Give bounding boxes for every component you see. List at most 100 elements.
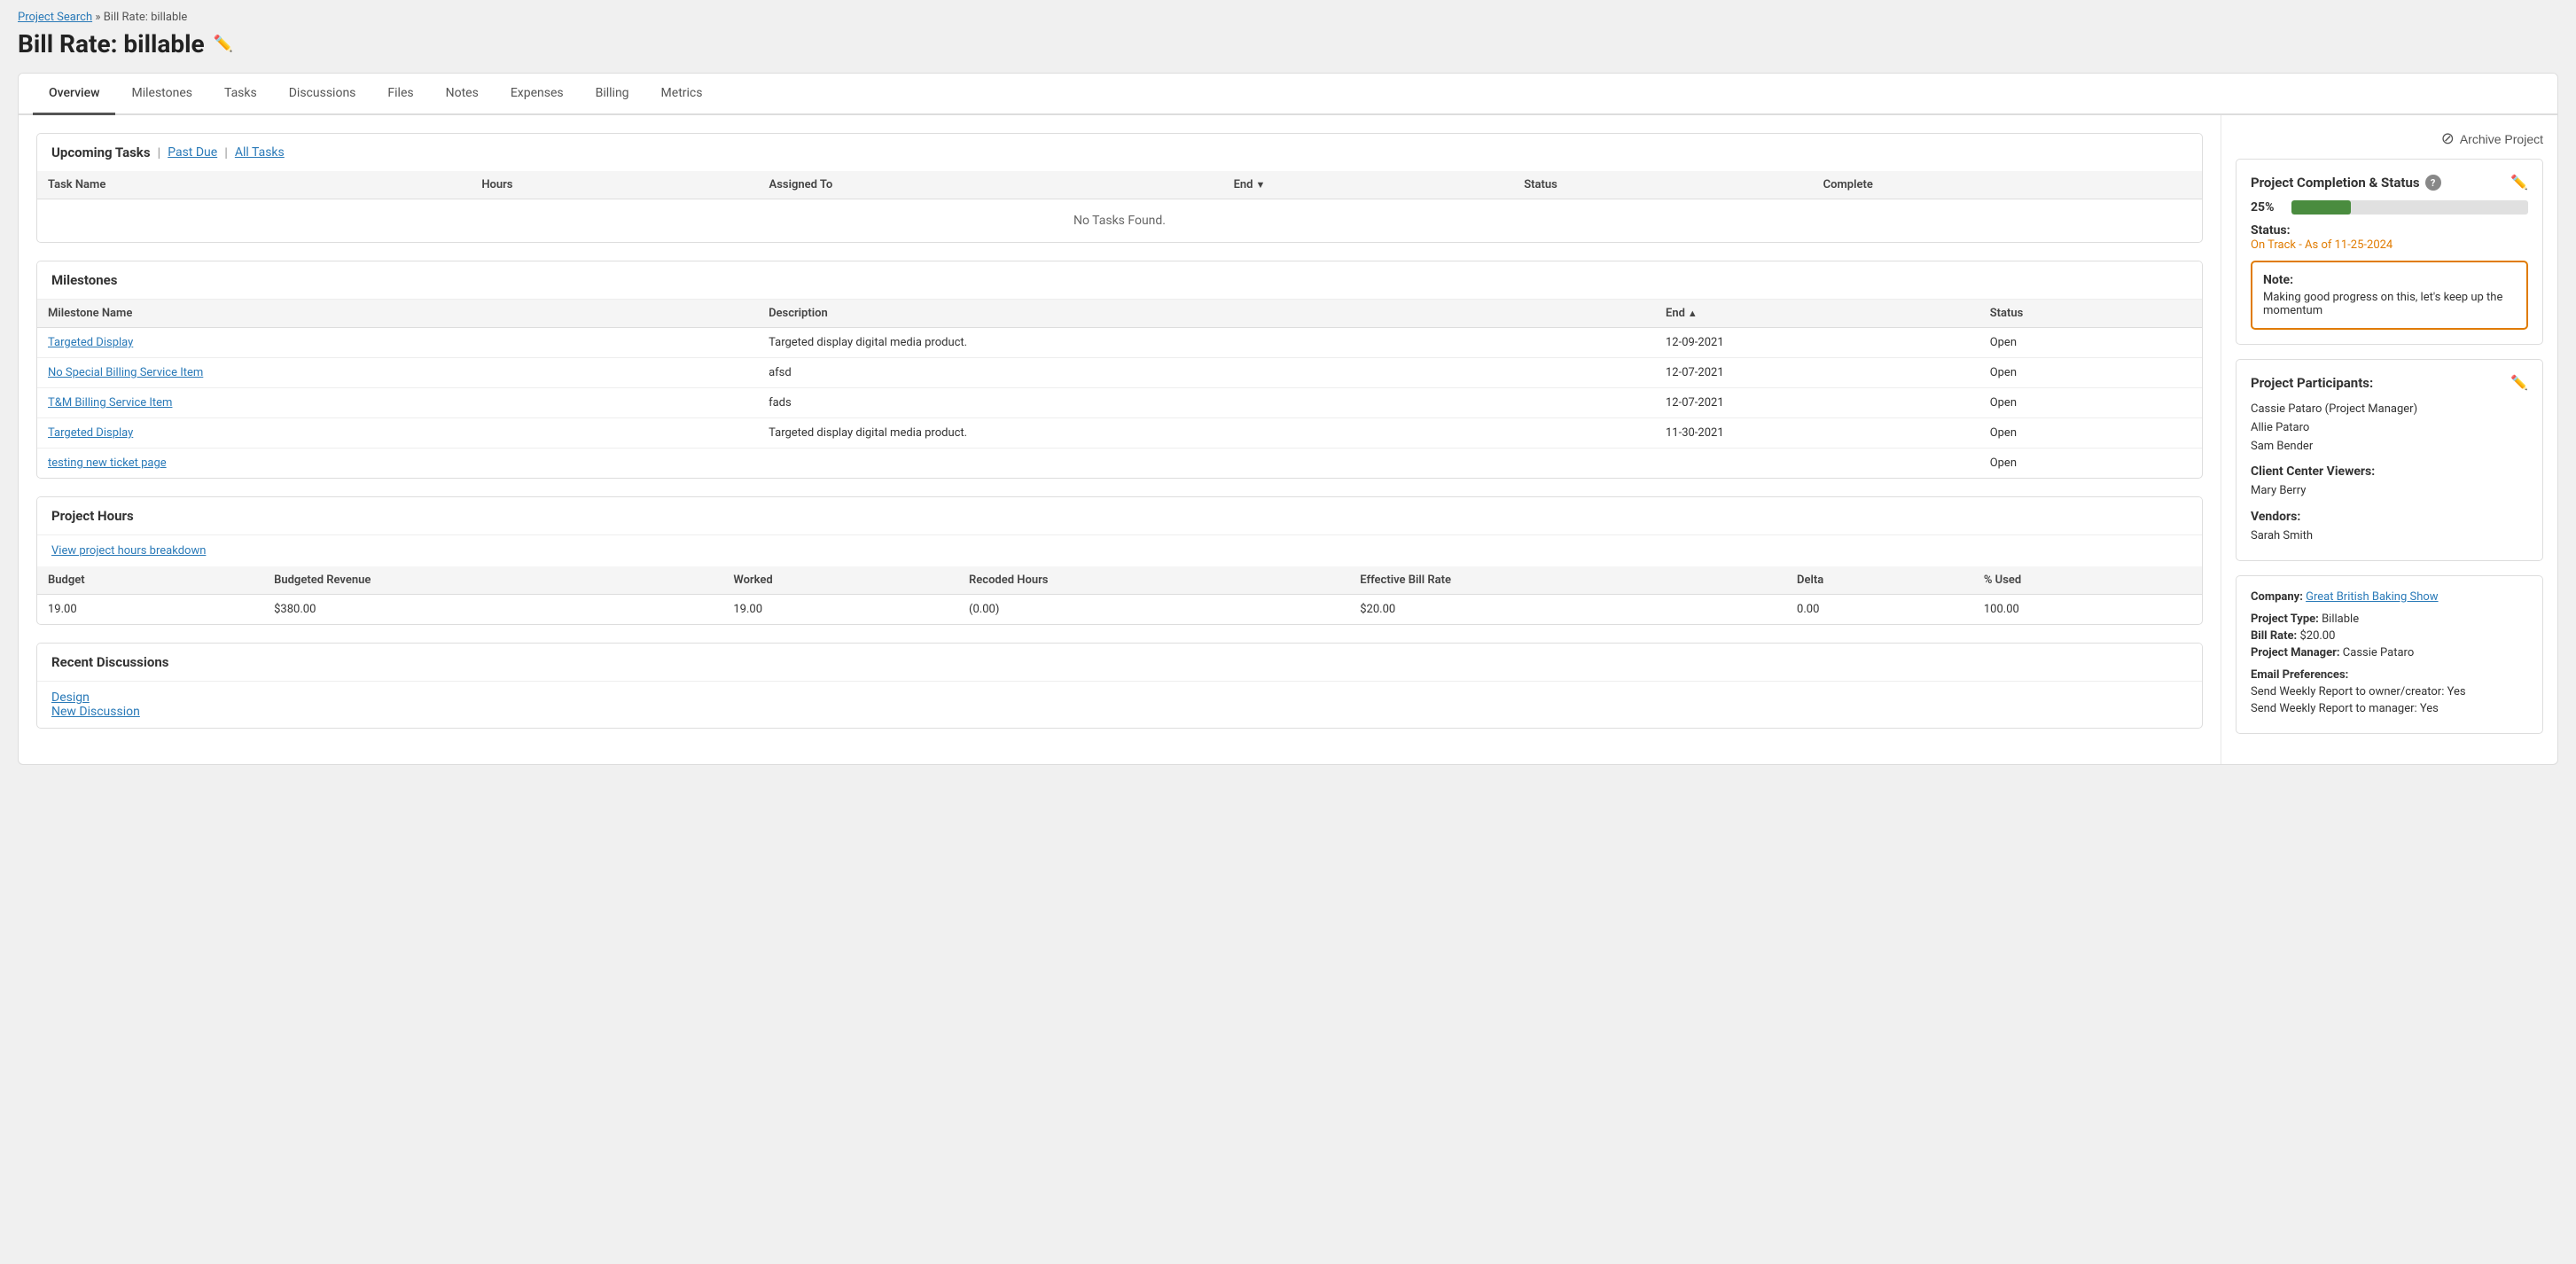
main-card: Overview Milestones Tasks Discussions Fi… — [18, 73, 2558, 765]
page-title: Bill Rate: billable — [18, 29, 205, 59]
page-title-row: Bill Rate: billable ✏️ — [18, 29, 2558, 59]
participant-allie: Allie Pataro — [2251, 419, 2528, 438]
company-link[interactable]: Great British Baking Show — [2306, 590, 2438, 604]
cell-milestone-status: Open — [1979, 418, 2202, 449]
discussion-new-link[interactable]: New Discussion — [51, 705, 140, 719]
cell-milestone-end: 12-07-2021 — [1655, 358, 1979, 388]
upcoming-tasks-title: Upcoming Tasks — [51, 144, 151, 160]
breadcrumb: Project Search » Bill Rate: billable — [18, 11, 2558, 24]
cell-milestone-status: Open — [1979, 328, 2202, 358]
col-assigned-to: Assigned To — [759, 171, 1223, 199]
tab-notes[interactable]: Notes — [430, 74, 495, 115]
cell-milestone-end — [1655, 449, 1979, 479]
cell-effective-bill-rate: $20.00 — [1349, 595, 1786, 625]
cell-milestone-desc: afsd — [758, 358, 1655, 388]
right-panel: ⊘ Archive Project Project Completion & S… — [2221, 115, 2557, 764]
past-due-link[interactable]: Past Due — [168, 145, 217, 160]
cell-worked: 19.00 — [722, 595, 958, 625]
cell-milestone-status: Open — [1979, 388, 2202, 418]
email-prefs-row: Email Preferences: — [2251, 668, 2528, 682]
table-row: T&M Billing Service Itemfads12-07-2021Op… — [37, 388, 2202, 418]
help-icon[interactable]: ? — [2425, 175, 2441, 191]
col-complete: Complete — [1813, 171, 2202, 199]
tab-expenses[interactable]: Expenses — [495, 74, 580, 115]
edit-title-icon[interactable]: ✏️ — [214, 35, 233, 53]
recent-discussions-title: Recent Discussions — [37, 644, 2202, 682]
tab-metrics[interactable]: Metrics — [645, 74, 719, 115]
cell-milestone-status: Open — [1979, 449, 2202, 479]
col-milestone-end: End▲ — [1655, 300, 1979, 328]
milestone-name-link[interactable]: No Special Billing Service Item — [48, 366, 203, 379]
tab-tasks[interactable]: Tasks — [208, 74, 273, 115]
cell-delta: 0.00 — [1786, 595, 1973, 625]
milestone-name-link[interactable]: testing new ticket page — [48, 456, 167, 470]
tasks-table: Task Name Hours Assigned To End▼ Status … — [37, 171, 2202, 242]
cell-milestone-desc: Targeted display digital media product. — [758, 418, 1655, 449]
bill-rate-row: Bill Rate: $20.00 — [2251, 629, 2528, 643]
upcoming-tasks-section: Upcoming Tasks | Past Due | All Tasks Ta… — [36, 133, 2203, 243]
client-center-mary: Mary Berry — [2251, 482, 2528, 501]
tab-files[interactable]: Files — [371, 74, 429, 115]
cell-recoded: (0.00) — [958, 595, 1349, 625]
breadcrumb-link[interactable]: Project Search — [18, 11, 92, 24]
milestones-table: Milestone Name Description End▲ Status T… — [37, 300, 2202, 478]
tab-discussions[interactable]: Discussions — [273, 74, 372, 115]
milestone-name-link[interactable]: Targeted Display — [48, 336, 133, 349]
no-tasks-message: No Tasks Found. — [37, 199, 2202, 243]
col-budgeted-revenue: Budgeted Revenue — [263, 566, 722, 595]
left-panel: Upcoming Tasks | Past Due | All Tasks Ta… — [19, 115, 2221, 764]
completion-status-title-row: Project Completion & Status ? ✏️ — [2251, 174, 2528, 191]
archive-project-button[interactable]: ⊘ Archive Project — [2441, 129, 2543, 148]
cell-milestone-status: Open — [1979, 358, 2202, 388]
milestone-name-link[interactable]: Targeted Display — [48, 426, 133, 440]
tab-billing[interactable]: Billing — [580, 74, 645, 115]
cell-milestone-end: 11-30-2021 — [1655, 418, 1979, 449]
cell-milestone-name: Targeted Display — [37, 418, 758, 449]
archive-button-label: Archive Project — [2460, 132, 2543, 146]
col-worked: Worked — [722, 566, 958, 595]
company-row: Company: Great British Baking Show — [2251, 590, 2528, 604]
edit-completion-button[interactable]: ✏️ — [2510, 174, 2528, 191]
all-tasks-link[interactable]: All Tasks — [235, 145, 285, 160]
project-type-row: Project Type: Billable — [2251, 612, 2528, 626]
participants-title-row: Project Participants: ✏️ — [2251, 374, 2528, 392]
client-center-label: Client Center Viewers: — [2251, 464, 2528, 479]
progress-percent: 25% — [2251, 200, 2283, 215]
bill-rate-label: Bill Rate: — [2251, 629, 2297, 643]
project-manager-value: Cassie Pataro — [2343, 646, 2414, 659]
cell-milestone-name: testing new ticket page — [37, 449, 758, 479]
cell-budget: 19.00 — [37, 595, 263, 625]
note-box: Note: Making good progress on this, let'… — [2251, 261, 2528, 330]
project-hours-title: Project Hours — [37, 497, 2202, 535]
col-hours: Hours — [471, 171, 758, 199]
col-milestone-status: Status — [1979, 300, 2202, 328]
view-breakdown-link[interactable]: View project hours breakdown — [51, 544, 2188, 558]
table-row: testing new ticket page Open — [37, 449, 2202, 479]
col-effective-bill-rate: Effective Bill Rate — [1349, 566, 1786, 595]
note-text: Making good progress on this, let's keep… — [2263, 291, 2516, 317]
archive-icon: ⊘ — [2441, 129, 2455, 148]
tab-milestones[interactable]: Milestones — [115, 74, 208, 115]
cell-milestone-desc: Targeted display digital media product. — [758, 328, 1655, 358]
company-label: Company: — [2251, 590, 2303, 604]
status-label: Status: — [2251, 223, 2291, 238]
tab-bar: Overview Milestones Tasks Discussions Fi… — [19, 74, 2557, 115]
project-hours-table: Budget Budgeted Revenue Worked Recoded H… — [37, 566, 2202, 624]
discussion-design-link[interactable]: Design — [51, 691, 90, 705]
milestone-name-link[interactable]: T&M Billing Service Item — [48, 396, 172, 410]
col-budget: Budget — [37, 566, 263, 595]
table-row: Targeted Display Targeted display digital… — [37, 418, 2202, 449]
participant-manager: Cassie Pataro (Project Manager) — [2251, 401, 2528, 419]
milestones-title: Milestones — [37, 261, 2202, 300]
tab-overview[interactable]: Overview — [33, 74, 115, 115]
email-pref1-row: Send Weekly Report to owner/creator: Yes — [2251, 685, 2528, 698]
participant-sam: Sam Bender — [2251, 438, 2528, 456]
edit-participants-button[interactable]: ✏️ — [2510, 374, 2528, 392]
archive-btn-row: ⊘ Archive Project — [2236, 129, 2543, 148]
col-status: Status — [1513, 171, 1812, 199]
note-label: Note: — [2263, 273, 2516, 287]
cell-pct-used: 100.00 — [1973, 595, 2202, 625]
participants-section: Project Participants: ✏️ Cassie Pataro (… — [2236, 359, 2543, 561]
discussions-links: Design New Discussion — [37, 682, 2202, 728]
completion-status-label: Project Completion & Status — [2251, 175, 2420, 191]
